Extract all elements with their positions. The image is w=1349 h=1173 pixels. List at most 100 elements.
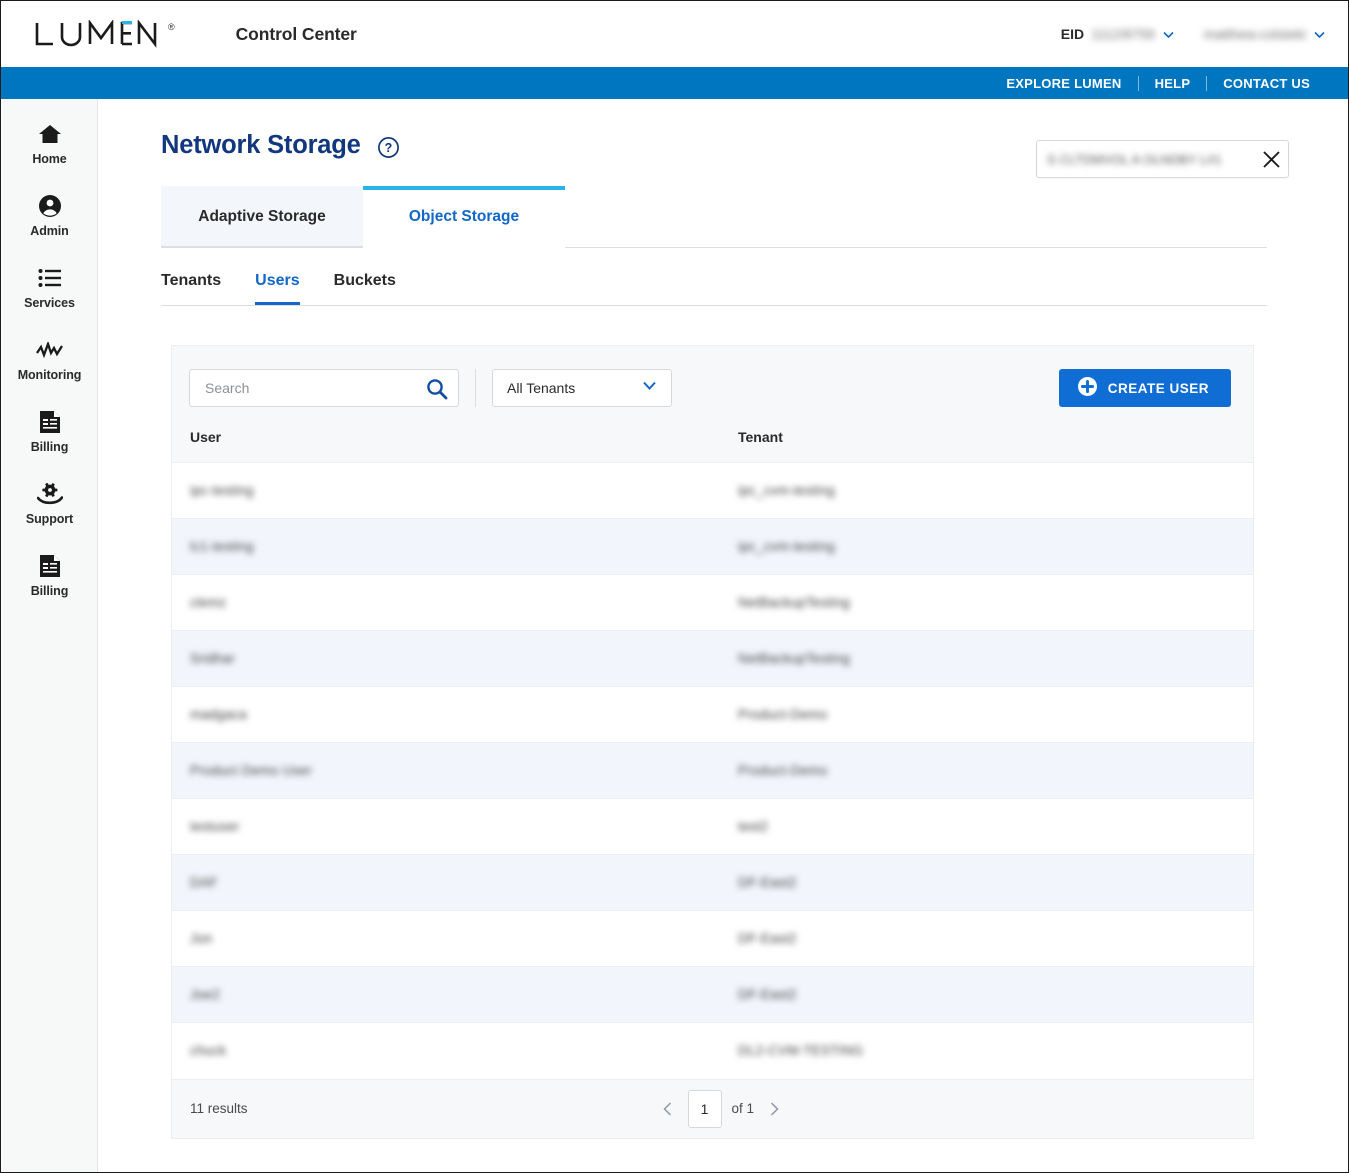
left-sidebar: Home Admin Services Monitoring Billing S… <box>2 99 98 1172</box>
secondary-nav-bar: EXPLORE LUMEN HELP CONTACT US <box>1 67 1348 99</box>
tab-object-storage[interactable]: Object Storage <box>363 186 565 248</box>
sidebar-item-admin[interactable]: Admin <box>2 183 97 246</box>
sidebar-label: Admin <box>30 224 69 238</box>
cell-user: Joe2 <box>172 966 738 1023</box>
user-value: DAF <box>190 875 218 890</box>
subtab-tenants[interactable]: Tenants <box>161 272 221 305</box>
table-row[interactable]: Jon DF-East2 <box>172 910 1253 967</box>
sidebar-item-monitoring[interactable]: Monitoring <box>2 327 97 390</box>
eid-selector[interactable]: EID 1112/8759 <box>1061 26 1175 42</box>
table-row[interactable]: clemz NetBackupTesting <box>172 574 1253 631</box>
cell-user: testuser <box>172 798 738 855</box>
pagination-bar: 11 results of 1 <box>172 1078 1253 1138</box>
users-panel: All Tenants CREATE USER <box>171 345 1254 1139</box>
subtab-buckets[interactable]: Buckets <box>334 272 396 305</box>
cell-tenant: NetBackupTesting <box>738 574 1253 631</box>
waveform-icon <box>35 337 64 363</box>
sidebar-label: Billing <box>30 584 69 598</box>
top-header: ® Control Center EID 1112/8759 matthew.c… <box>1 1 1348 67</box>
table-row[interactable]: Joe2 DF-East2 <box>172 966 1253 1023</box>
search-icon[interactable] <box>426 378 448 403</box>
header-account-area: EID 1112/8759 matthew.colsteki <box>1061 26 1326 42</box>
registered-mark: ® <box>168 22 175 32</box>
table-row[interactable]: Sridhar NetBackupTesting <box>172 630 1253 687</box>
search-box[interactable] <box>189 369 459 407</box>
invoice-icon <box>39 409 61 435</box>
home-icon <box>38 121 62 147</box>
account-filter-chip[interactable]: S CLTDMVOL A OLNDBY L#1 <box>1036 140 1289 178</box>
cell-tenant: DL2-CVM-TESTING <box>738 1022 1253 1079</box>
user-value: clemz <box>190 595 227 610</box>
page-number-input[interactable] <box>687 1089 722 1128</box>
tenant-filter-value: All Tenants <box>507 380 576 396</box>
sidebar-item-support[interactable]: Support <box>2 471 97 534</box>
nav-link-help[interactable]: HELP <box>1139 76 1207 91</box>
cell-user: ipc-testing <box>172 462 738 519</box>
tenant-value: ipc_cvm-testing <box>738 539 835 554</box>
sidebar-item-services[interactable]: Services <box>2 255 97 318</box>
search-input[interactable] <box>203 371 418 405</box>
close-icon[interactable] <box>1254 150 1288 169</box>
sidebar-label: Home <box>32 152 67 166</box>
invoice-icon <box>39 553 61 579</box>
table-row[interactable]: ipc-testing ipc_cvm-testing <box>172 462 1253 519</box>
tenant-value: Product-Demo <box>738 707 828 722</box>
cell-user: DAF <box>172 854 738 911</box>
user-value: chuck <box>190 1043 227 1059</box>
object-storage-subtabs: Tenants Users Buckets <box>161 248 1267 306</box>
tenant-filter-select[interactable]: All Tenants <box>492 369 672 407</box>
subtab-users[interactable]: Users <box>255 272 300 305</box>
cell-user: Product Demo User <box>172 742 738 799</box>
sidebar-item-billing[interactable]: Billing <box>2 399 97 462</box>
page-header: Network Storage ? S CLTDMVOL A OLNDBY L#… <box>99 99 1348 178</box>
table-row[interactable]: DAF DF-East2 <box>172 854 1253 911</box>
create-user-button[interactable]: CREATE USER <box>1058 369 1231 407</box>
chevron-left-icon[interactable] <box>658 1099 678 1119</box>
cell-user: clemz <box>172 574 738 631</box>
table-row[interactable]: testuser test2 <box>172 798 1253 855</box>
sidebar-label: Services <box>24 296 75 310</box>
table-row[interactable]: Product Demo User Product-Demo <box>172 742 1253 799</box>
main-content: Network Storage ? S CLTDMVOL A OLNDBY L#… <box>99 99 1348 1172</box>
users-table-head: User Tenant <box>172 429 1253 463</box>
cell-user: Jon <box>172 910 738 967</box>
nav-link-explore-lumen[interactable]: EXPLORE LUMEN <box>990 76 1137 91</box>
tenant-value: Product-Demo <box>738 763 828 778</box>
sidebar-label: Billing <box>30 440 69 454</box>
column-header-tenant[interactable]: Tenant <box>738 429 1253 463</box>
results-count: 11 results <box>190 1101 248 1116</box>
sidebar-item-billing-2[interactable]: Billing <box>2 543 97 606</box>
plus-circle-icon <box>1077 377 1097 399</box>
table-row[interactable]: lc1-testing ipc_cvm-testing <box>172 518 1253 575</box>
account-filter-value: S CLTDMVOL A OLNDBY L#1 <box>1047 151 1222 167</box>
question-circle-icon[interactable]: ? <box>377 136 400 159</box>
nav-link-contact-us[interactable]: CONTACT US <box>1207 76 1326 91</box>
app-title: Control Center <box>235 23 357 44</box>
tab-adaptive-storage[interactable]: Adaptive Storage <box>161 186 363 247</box>
chevron-right-icon[interactable] <box>764 1099 784 1119</box>
user-value: Product Demo User <box>190 763 312 778</box>
page-total-label: of 1 <box>731 1101 755 1116</box>
cell-user: madgaca <box>172 686 738 743</box>
pagination-controls: of 1 <box>658 1089 785 1128</box>
tenant-value: NetBackupTesting <box>738 595 851 610</box>
chevron-down-icon <box>641 377 658 399</box>
tenant-value: DL2-CVM-TESTING <box>738 1043 864 1059</box>
tenant-value: NetBackupTesting <box>738 651 851 666</box>
column-header-user[interactable]: User <box>172 429 738 463</box>
eid-label: EID <box>1060 26 1085 42</box>
cell-tenant: test2 <box>738 798 1253 855</box>
users-table: User Tenant ipc-testing ipc_cvm-testing lc… <box>172 429 1253 1079</box>
cell-tenant: Product-Demo <box>738 686 1253 743</box>
lumen-logo[interactable]: ® <box>34 20 175 48</box>
page-title: Network Storage <box>161 131 361 159</box>
toolbar-divider <box>475 369 476 407</box>
app-window: ® Control Center EID 1112/8759 matthew.c… <box>0 0 1349 1173</box>
table-row[interactable]: madgaca Product-Demo <box>172 686 1253 743</box>
user-menu[interactable]: matthew.colsteki <box>1204 27 1326 42</box>
sidebar-item-home[interactable]: Home <box>2 111 97 174</box>
cell-tenant: Product-Demo <box>738 742 1253 799</box>
tenant-value: test2 <box>738 819 769 834</box>
chevron-down-icon <box>1162 28 1175 41</box>
table-row[interactable]: chuck DL2-CVM-TESTING <box>172 1022 1253 1079</box>
